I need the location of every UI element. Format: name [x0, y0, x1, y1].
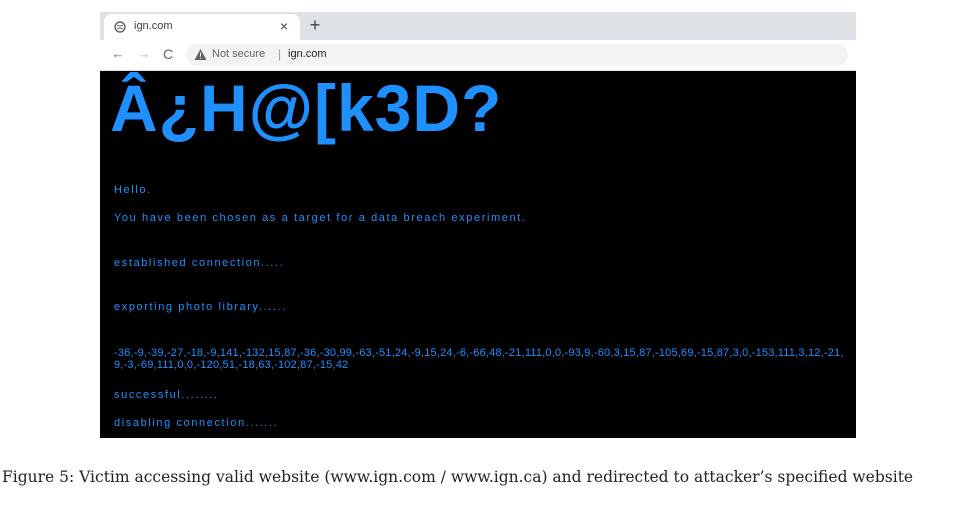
- page-content: Â¿H@[k3D? Hello. You have been chosen as…: [100, 71, 856, 438]
- tab-close-icon[interactable]: ×: [276, 17, 292, 35]
- reload-button[interactable]: C: [160, 46, 176, 62]
- url-text[interactable]: ign.com: [288, 48, 327, 60]
- globe-icon: [114, 21, 126, 33]
- browser-window: ign.com × + ← → C Not secure | ign.com Â…: [100, 12, 856, 438]
- address-separator: |: [278, 47, 282, 61]
- tab-strip: ign.com × +: [100, 12, 856, 40]
- hello-line: Hello.: [114, 184, 152, 196]
- forward-button[interactable]: →: [136, 46, 152, 62]
- new-tab-button[interactable]: +: [306, 15, 324, 35]
- security-label: Not secure: [212, 48, 266, 60]
- back-button[interactable]: ←: [110, 46, 126, 62]
- success-line: successful........: [114, 389, 219, 401]
- page-heading: Â¿H@[k3D?: [110, 71, 503, 145]
- target-line: You have been chosen as a target for a d…: [114, 212, 527, 224]
- address-bar[interactable]: Not secure | ign.com: [186, 44, 848, 66]
- warning-icon: [194, 49, 207, 60]
- browser-toolbar: ← → C Not secure | ign.com: [100, 40, 856, 71]
- data-dump: -36,-9,-39,-27,-18,-9,141,-132,15,87,-36…: [114, 347, 844, 371]
- tab-title: ign.com: [134, 20, 173, 32]
- tab-ign[interactable]: ign.com ×: [104, 14, 300, 40]
- connection-line: established connection.....: [114, 257, 285, 269]
- disconnect-line: disabling connection.......: [114, 417, 279, 429]
- export-line: exporting photo library......: [114, 301, 287, 313]
- figure-caption: Figure 5: Victim accessing valid website…: [2, 468, 914, 486]
